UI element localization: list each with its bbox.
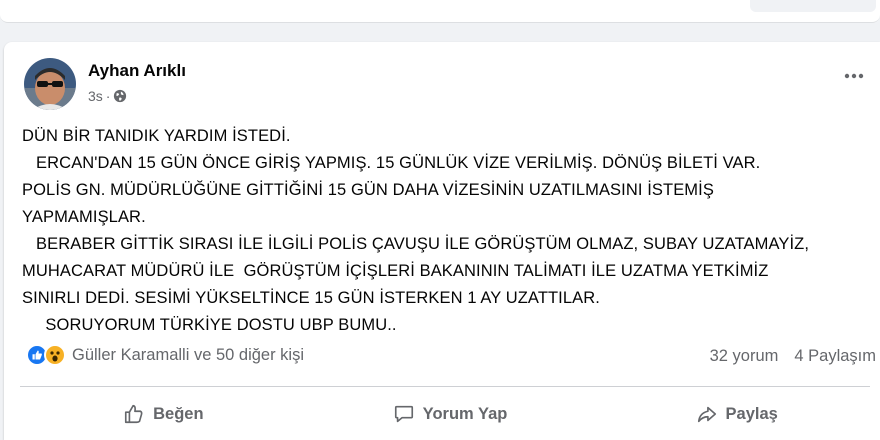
post-text-line: SORUYORUM TÜRKİYE DOSTU UBP BUMU.. — [22, 316, 397, 334]
share-button-label: Paylaş — [725, 404, 778, 423]
reaction-summary[interactable]: Güller Karamalli ve 50 diğer kişi — [26, 344, 304, 366]
author-name[interactable]: Ayhan Arıklı — [88, 61, 186, 81]
like-button[interactable]: Beğen — [20, 394, 307, 434]
more-options-icon[interactable] — [840, 66, 868, 86]
post-meta: 3s · — [88, 88, 127, 104]
globe-icon[interactable] — [113, 89, 127, 103]
post-text-line: YAPMAMIŞLAR. — [22, 208, 146, 226]
meta-separator: · — [105, 88, 111, 104]
divider — [20, 386, 870, 387]
reaction-summary-text[interactable]: Güller Karamalli ve 50 diğer kişi — [72, 346, 304, 365]
avatar-photo — [24, 58, 76, 110]
share-icon — [697, 406, 716, 423]
avatar[interactable] — [24, 58, 76, 110]
post-text-line: BERABER GİTTİK SIRASI İLE İLGİLİ POLİS Ç… — [22, 235, 810, 253]
post-text-line: DÜN BİR TANIDIK YARDIM İSTEDİ. — [22, 127, 291, 145]
post-text-line: ERCAN'DAN 15 GÜN ÖNCE GİRİŞ YAPMIŞ. 15 G… — [22, 154, 761, 172]
post-actions: Beğen Yorum Yap Paylaş — [20, 394, 880, 434]
wow-reaction-icon — [44, 344, 66, 366]
post-text-line: SINIRLI DEDİ. SESİMİ YÜKSELTİNCE 15 GÜN … — [22, 289, 600, 307]
post-text: DÜN BİR TANIDIK YARDIM İSTEDİ. ERCAN'DAN… — [22, 123, 872, 339]
comment-icon — [394, 405, 413, 423]
engagement-counts: 32 yorum 4 Paylaşım — [710, 347, 876, 366]
post-text-line: POLİS GN. MÜDÜRLÜĞÜNE GİTTİĞİNİ 15 GÜN D… — [22, 181, 714, 199]
reaction-icons — [26, 344, 66, 366]
comment-button[interactable]: Yorum Yap — [307, 394, 594, 434]
share-button[interactable]: Paylaş — [593, 394, 880, 434]
previous-post-button-edge — [750, 0, 876, 12]
previous-post-edge — [0, 0, 880, 23]
comment-button-label: Yorum Yap — [422, 404, 508, 423]
post-card: Ayhan Arıklı 3s · DÜN BİR TANIDIK YARDIM… — [4, 42, 880, 440]
comment-count[interactable]: 32 yorum — [710, 347, 779, 366]
thumbs-up-icon — [125, 404, 143, 424]
like-button-label: Beğen — [153, 404, 204, 423]
post-timestamp[interactable]: 3s — [88, 88, 103, 104]
post-text-line: MUHACARAT MÜDÜRÜ İLE GÖRÜŞTÜM İÇİŞLERİ B… — [22, 262, 769, 280]
share-count[interactable]: 4 Paylaşım — [794, 347, 876, 366]
